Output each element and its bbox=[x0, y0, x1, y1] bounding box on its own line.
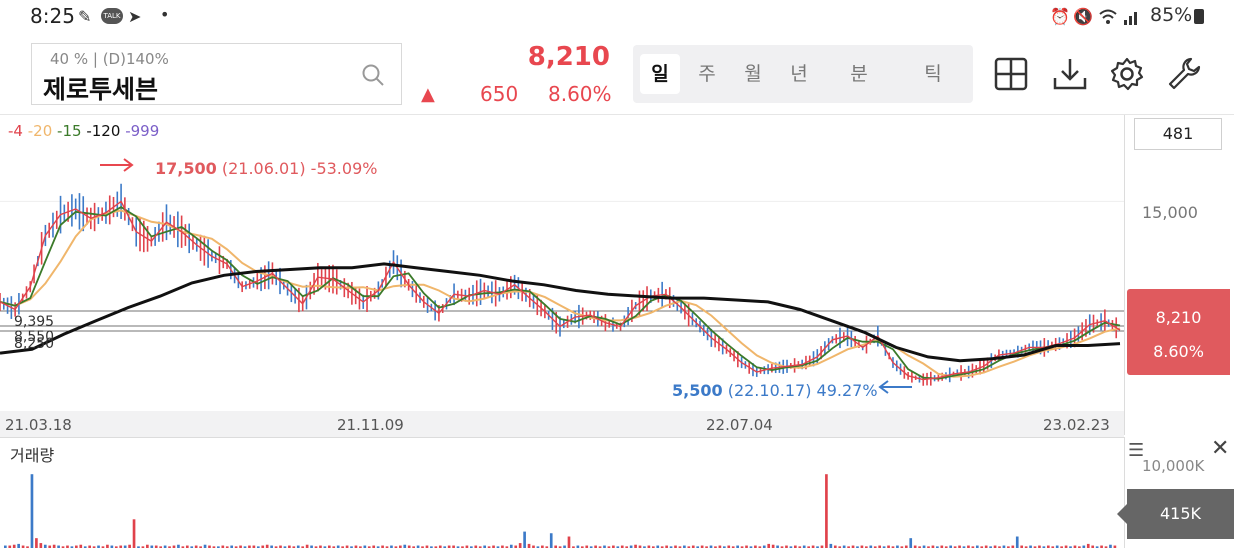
price-change: 650 bbox=[480, 82, 519, 106]
download-icon[interactable] bbox=[1052, 56, 1088, 92]
stock-name[interactable]: 제로투세븐 bbox=[43, 70, 158, 106]
volume-chart[interactable] bbox=[0, 437, 1124, 549]
period-tabs: 일 주 월 년 분 틱 bbox=[633, 45, 973, 103]
x-tick-label: 21.03.18 bbox=[5, 416, 72, 434]
wifi-signal-icon bbox=[1099, 9, 1137, 25]
low-arrow-icon bbox=[878, 380, 912, 394]
volume-bar bbox=[829, 543, 833, 548]
volume-bar bbox=[527, 543, 531, 548]
notification-pencil-icon: ✎ bbox=[78, 7, 92, 26]
mute-icon: 🔇 bbox=[1073, 7, 1093, 26]
legend-ma4: -4 bbox=[8, 122, 23, 140]
tab-week[interactable]: 주 bbox=[687, 54, 727, 94]
wrench-icon[interactable] bbox=[1166, 56, 1202, 92]
settings-gear-icon[interactable] bbox=[1109, 56, 1145, 92]
volume-bar bbox=[30, 474, 34, 548]
volume-bar bbox=[1015, 536, 1019, 548]
volume-bar bbox=[1086, 543, 1090, 548]
volume-bar bbox=[523, 531, 526, 548]
volume-bar bbox=[825, 474, 828, 548]
volume-chart-svg bbox=[4, 474, 1117, 548]
price-chart[interactable]: -4 -20 -15 -120 -999 17,500 (21.06.01) -… bbox=[0, 115, 1124, 411]
price-tag-percent: 8.60% bbox=[1153, 342, 1204, 361]
volume-bar bbox=[39, 543, 43, 548]
volume-bar bbox=[549, 533, 553, 548]
more-dot-icon: • bbox=[160, 5, 170, 24]
tab-tick[interactable]: 틱 bbox=[913, 54, 953, 94]
low-annotation: 5,500 (22.10.17) 49.27% bbox=[672, 381, 878, 400]
up-triangle-icon: ▲ bbox=[421, 84, 435, 105]
date-axis: 21.03.18 21.11.09 22.07.04 23.02.23 bbox=[0, 411, 1124, 437]
stock-margin-info: 40 % | (D)140% bbox=[50, 50, 169, 68]
tab-year[interactable]: 년 bbox=[779, 54, 819, 94]
x-tick-label: 23.02.23 bbox=[1043, 416, 1110, 434]
x-tick-label: 21.11.09 bbox=[337, 416, 404, 434]
volume-bar bbox=[518, 543, 522, 548]
high-arrow-icon bbox=[100, 158, 134, 172]
tab-month[interactable]: 월 bbox=[733, 54, 773, 94]
close-icon[interactable]: ✕ bbox=[1211, 436, 1229, 461]
volume-current-tag: 415K bbox=[1117, 489, 1234, 539]
current-price: 8,210 bbox=[527, 42, 610, 72]
level-label-9395: 9,395 bbox=[14, 314, 55, 330]
battery-percent: 85% bbox=[1150, 4, 1193, 26]
volume-bar bbox=[132, 519, 136, 548]
ma120-line bbox=[0, 262, 1121, 363]
status-time: 8:25 bbox=[30, 4, 75, 28]
battery-icon bbox=[1194, 9, 1204, 24]
grid-add-icon[interactable] bbox=[993, 56, 1029, 92]
stock-header: 40 % | (D)140% 제로투세븐 8,210 ▲ 650 8.60% 일… bbox=[0, 34, 1234, 115]
telegram-icon: ➤ bbox=[128, 7, 142, 26]
x-tick-label: 22.07.04 bbox=[706, 416, 773, 434]
volume-axis-label: 10,000K bbox=[1142, 457, 1205, 475]
tab-day[interactable]: 일 bbox=[640, 54, 680, 94]
price-axis bbox=[1124, 115, 1234, 435]
ma4-line bbox=[0, 200, 1121, 381]
candles bbox=[0, 183, 1118, 386]
price-tag-value: 8,210 bbox=[1155, 308, 1202, 327]
volume-title: 거래량 bbox=[10, 446, 55, 465]
high-annotation: 17,500 (21.06.01) -53.09% bbox=[155, 159, 378, 178]
legend-ma120: -120 bbox=[86, 122, 121, 140]
current-price-tag: 8,210 8.60% bbox=[1127, 289, 1230, 375]
period-count-box[interactable]: 481 bbox=[1134, 118, 1222, 150]
legend-ma999: -999 bbox=[125, 122, 160, 140]
volume-bar bbox=[17, 543, 20, 548]
alarm-icon: ⏰ bbox=[1050, 7, 1070, 26]
legend-ma15: -15 bbox=[57, 122, 82, 140]
status-bar: 8:25 ✎ TALK ➤ • ⏰ 🔇 85% bbox=[0, 0, 1234, 34]
level-label-8250: 8,250 bbox=[14, 336, 55, 352]
volume-bar bbox=[567, 536, 571, 548]
search-icon[interactable] bbox=[360, 62, 386, 88]
tab-minute[interactable]: 분 bbox=[839, 54, 879, 94]
volume-bar bbox=[35, 538, 38, 548]
ma-legend: -4 -20 -15 -120 -999 bbox=[8, 122, 159, 140]
kakaotalk-icon: TALK bbox=[101, 8, 123, 24]
legend-ma20: -20 bbox=[27, 122, 53, 140]
volume-bar bbox=[909, 538, 913, 548]
y-tick-15000: 15,000 bbox=[1142, 203, 1198, 222]
price-change-percent: 8.60% bbox=[548, 82, 612, 106]
volume-bar bbox=[767, 543, 771, 548]
stock-search-box[interactable]: 40 % | (D)140% 제로투세븐 bbox=[31, 43, 402, 105]
